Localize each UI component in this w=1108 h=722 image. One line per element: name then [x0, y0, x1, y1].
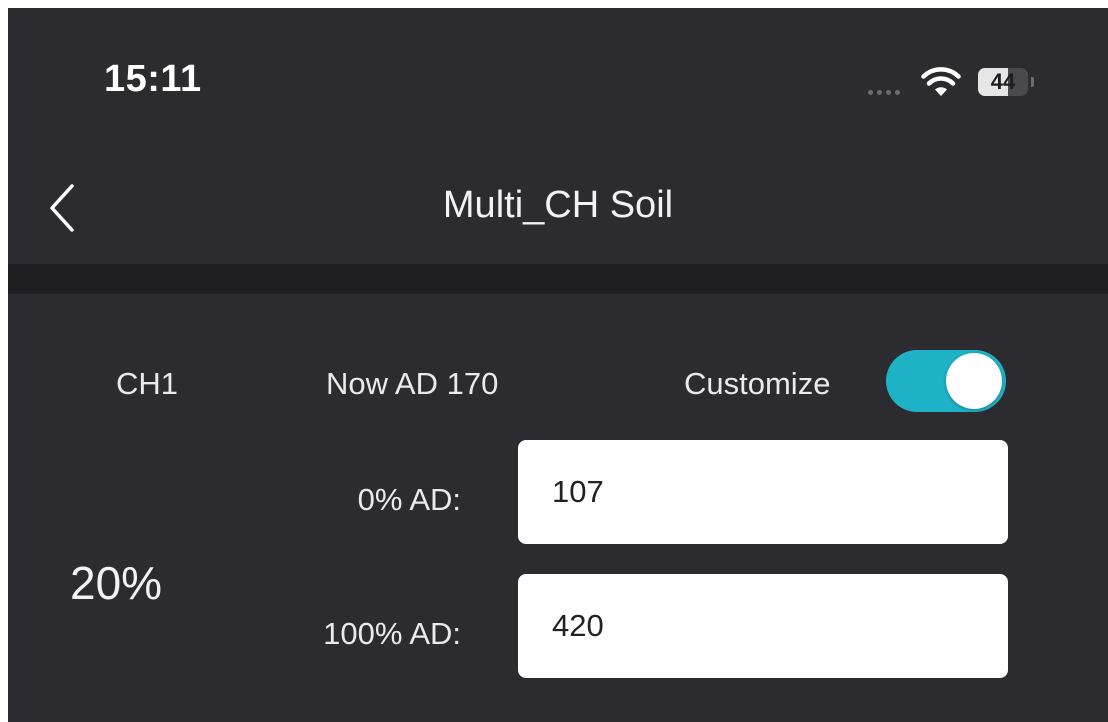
battery-tip: [1031, 77, 1034, 87]
signal-dots-icon: [868, 90, 900, 95]
status-time: 15:11: [104, 58, 202, 100]
page-title: Multi_CH Soil: [442, 184, 674, 226]
app-screen: 15:11 44 Multi_CH Soil CH1 Now AD 170 Cu…: [8, 8, 1108, 722]
moisture-percent: 20%: [70, 557, 163, 609]
wifi-icon: [921, 67, 961, 96]
customize-toggle[interactable]: [886, 350, 1006, 412]
zero-ad-input[interactable]: [518, 440, 1008, 544]
battery-icon: 44: [978, 68, 1028, 96]
full-ad-label: 100% AD:: [323, 616, 461, 651]
battery-level: 44: [990, 69, 1016, 94]
channel-name: CH1: [116, 366, 179, 401]
customize-label: Customize: [684, 366, 831, 401]
header-divider: [8, 264, 1108, 294]
now-ad-value: Now AD 170: [326, 366, 499, 401]
zero-ad-label: 0% AD:: [357, 482, 461, 517]
toggle-knob: [946, 353, 1002, 409]
full-ad-input[interactable]: [518, 574, 1008, 678]
